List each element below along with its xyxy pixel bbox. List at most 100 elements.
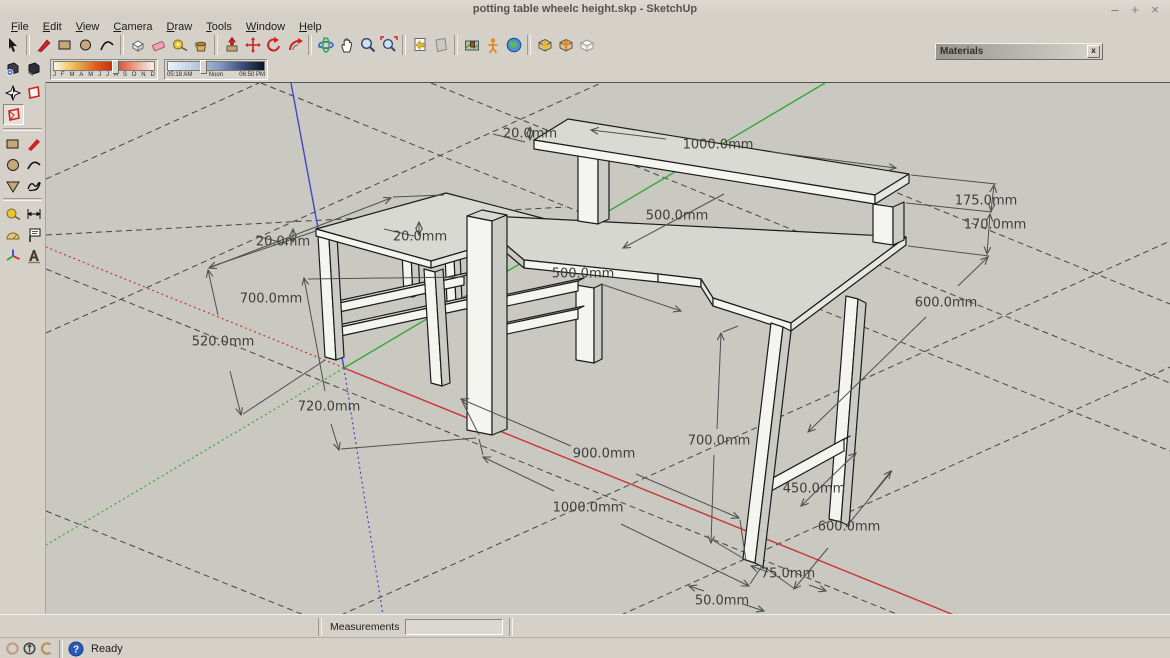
shadow-toggle-icon[interactable]: [23, 59, 44, 80]
get-models-icon[interactable]: [534, 35, 555, 56]
photo-textures-icon[interactable]: [461, 35, 482, 56]
shadow-date-slider[interactable]: JFMAMJJASOND: [50, 59, 158, 80]
circle-icon[interactable]: [75, 35, 96, 56]
claim-model-icon: [22, 641, 37, 656]
model-box-icon[interactable]: [576, 35, 597, 56]
freehand-tool-icon[interactable]: [24, 176, 43, 195]
menu-edit[interactable]: Edit: [36, 21, 69, 33]
views-icon[interactable]: [3, 83, 22, 102]
credits-icon: [39, 641, 54, 656]
google-earth-icon[interactable]: [503, 35, 524, 56]
time-tick: Noon: [209, 72, 223, 79]
month-tick-labels: JFMAMJJASOND: [53, 72, 155, 79]
text-tool-icon[interactable]: [24, 225, 43, 244]
dimension-label: 700.0mm: [240, 292, 303, 307]
dimension-label: 175.0mm: [955, 194, 1018, 209]
protractor-tool-icon[interactable]: [3, 225, 22, 244]
tape-measure-tool-icon[interactable]: [3, 204, 22, 223]
materials-panel[interactable]: Materials x: [935, 43, 1103, 60]
date-slider-handle[interactable]: [112, 60, 119, 74]
dimension-tool-icon[interactable]: [24, 204, 43, 223]
month-tick: F: [61, 72, 65, 79]
orbit-icon[interactable]: [315, 35, 336, 56]
time-slider-handle[interactable]: [200, 60, 207, 74]
dimension-label: 600.0mm: [915, 296, 978, 311]
measurements-input[interactable]: [405, 619, 503, 635]
dimension-label: 1000.0mm: [553, 501, 624, 516]
help-icon[interactable]: ?: [68, 641, 84, 657]
rectangle-tool-icon[interactable]: [3, 134, 22, 153]
status-bar: ? Ready: [0, 637, 1170, 658]
geolocation-icon: [5, 641, 20, 656]
3d-text-tool-icon[interactable]: [24, 246, 43, 265]
dimension-label: 600.0mm: [818, 520, 881, 535]
line-icon[interactable]: [33, 35, 54, 56]
menu-camera[interactable]: Camera: [106, 21, 159, 33]
rectangle-icon[interactable]: [54, 35, 75, 56]
menu-draw[interactable]: Draw: [160, 21, 200, 33]
toolbar-separator: [120, 35, 124, 55]
menu-tools[interactable]: Tools: [199, 21, 239, 33]
close-button[interactable]: ×: [1146, 2, 1164, 18]
toolbar-separator: [308, 35, 312, 55]
zoom-icon[interactable]: [357, 35, 378, 56]
dimension-label: 20.0mm: [256, 235, 310, 250]
time-tick: 06:50 PM: [239, 72, 265, 79]
tape-measure-icon[interactable]: [169, 35, 190, 56]
menu-file[interactable]: File: [4, 21, 36, 33]
viewport-canvas[interactable]: 20.0mm1000.0mm500.0mm20.0mm20.0mm500.0mm…: [46, 82, 1170, 615]
month-tick: J: [53, 72, 56, 79]
toolbar-separator: [214, 35, 218, 55]
shadow-dialog-icon[interactable]: [2, 59, 23, 80]
offset-icon[interactable]: [284, 35, 305, 56]
polygon-tool-icon[interactable]: [3, 176, 22, 195]
maximize-button[interactable]: +: [1126, 2, 1144, 18]
toolbar-separator: [402, 35, 406, 55]
eraser-icon[interactable]: [148, 35, 169, 56]
minimize-button[interactable]: –: [1106, 2, 1124, 18]
palette-separator: [3, 128, 42, 131]
rotate-icon[interactable]: [263, 35, 284, 56]
dimension-label: 700.0mm: [688, 434, 751, 449]
menu-window[interactable]: Window: [239, 21, 292, 33]
dimension-label: 720.0mm: [298, 400, 361, 415]
dimension-label: 450.0mm: [783, 482, 846, 497]
dimension-label: 170.0mm: [964, 218, 1027, 233]
next-view-icon[interactable]: [430, 35, 451, 56]
share-model-icon[interactable]: [555, 35, 576, 56]
materials-close-button[interactable]: x: [1087, 45, 1100, 58]
arc-icon[interactable]: [96, 35, 117, 56]
materials-panel-title: Materials: [936, 46, 1087, 57]
axes-tool-icon[interactable]: [3, 246, 22, 265]
make-component-icon[interactable]: [127, 35, 148, 56]
month-tick: N: [141, 72, 145, 79]
time-tick: 05:18 AM: [167, 72, 192, 79]
month-tick: M: [88, 72, 93, 79]
sketchup-window: potting table wheelc height.skp - Sketch…: [0, 0, 1170, 658]
previous-view-icon[interactable]: [409, 35, 430, 56]
menu-view[interactable]: View: [69, 21, 107, 33]
line-tool-icon[interactable]: [24, 134, 43, 153]
bar-separator: [509, 618, 513, 636]
svg-text:?: ?: [73, 644, 79, 655]
menu-help[interactable]: Help: [292, 21, 329, 33]
month-tick: J: [98, 72, 101, 79]
pan-icon[interactable]: [336, 35, 357, 56]
month-tick: A: [79, 72, 83, 79]
month-tick: O: [132, 72, 137, 79]
toolbar-separator: [26, 35, 30, 55]
select-icon[interactable]: [2, 35, 23, 56]
push-pull-icon[interactable]: [221, 35, 242, 56]
dimension-label: 20.0mm: [503, 127, 557, 142]
title-bar[interactable]: potting table wheelc height.skp - Sketch…: [0, 0, 1170, 21]
position-camera-icon[interactable]: [482, 35, 503, 56]
move-icon[interactable]: [242, 35, 263, 56]
month-tick: J: [106, 72, 109, 79]
paint-bucket-icon[interactable]: [190, 35, 211, 56]
zoom-extents-icon[interactable]: [378, 35, 399, 56]
plane-back-icon[interactable]: [3, 104, 24, 125]
plane-front-icon[interactable]: [24, 83, 43, 102]
shadow-time-slider[interactable]: 05:18 AM Noon 06:50 PM: [164, 59, 268, 80]
circle-tool-icon[interactable]: [3, 155, 22, 174]
arc-tool-icon[interactable]: [24, 155, 43, 174]
